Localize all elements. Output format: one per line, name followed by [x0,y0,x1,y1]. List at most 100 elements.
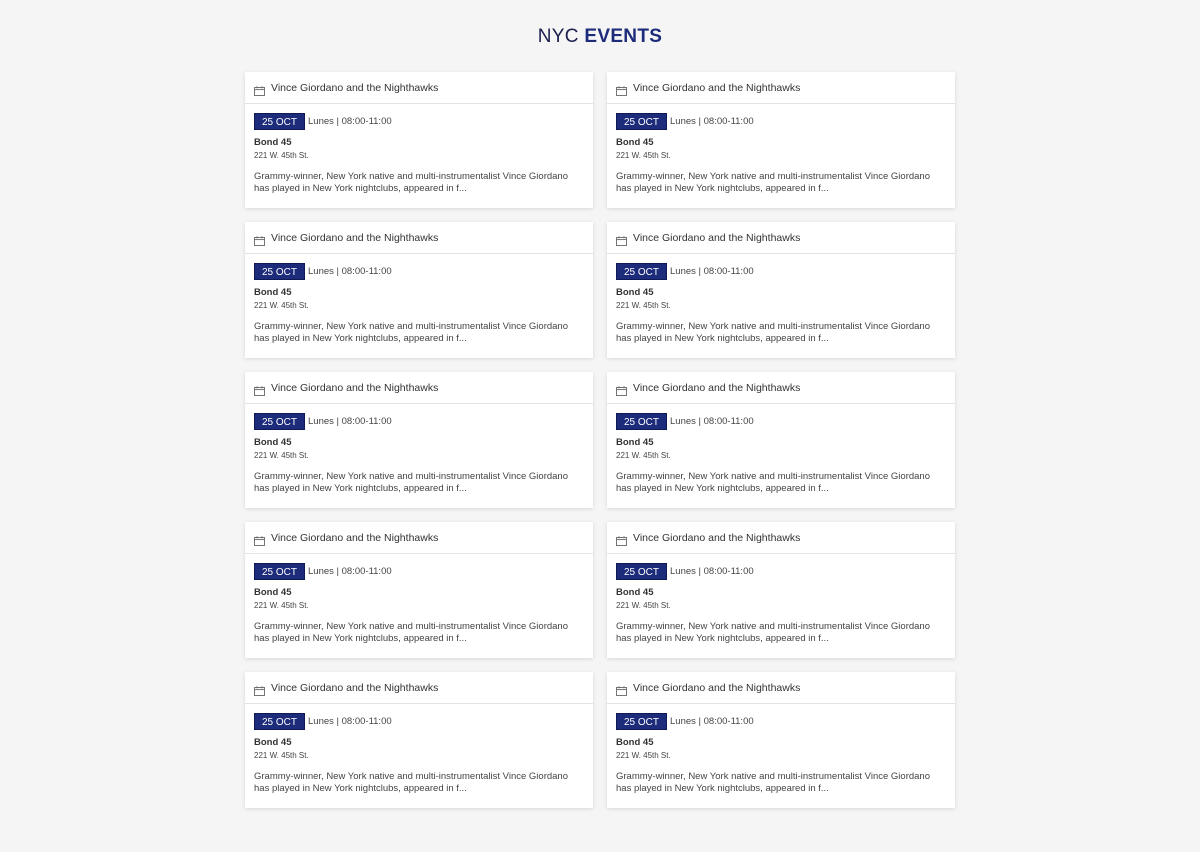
event-card[interactable]: Vince Giordano and the Nighthawks 25 OCT… [245,372,593,508]
calendar-icon [616,533,627,546]
event-description: Grammy-winner, New York native and multi… [616,471,930,494]
page-title: NYC EVENTS [0,26,1200,48]
event-date-row: 25 OCT Lunes | 08:00-11:00 [616,713,946,730]
event-address: 221 W. 45th St. [616,751,671,760]
event-card-body: 25 OCT Lunes | 08:00-11:00 Bond 45 221 W… [245,554,593,645]
event-card-body: 25 OCT Lunes | 08:00-11:00 Bond 45 221 W… [245,254,593,345]
event-address: 221 W. 45th St. [616,301,671,310]
event-date-row: 25 OCT Lunes | 08:00-11:00 [254,263,584,280]
event-title: Vince Giordano and the Nighthawks [271,681,439,694]
event-address: 221 W. 45th St. [254,601,309,610]
event-card[interactable]: Vince Giordano and the Nighthawks 25 OCT… [607,372,955,508]
event-address: 221 W. 45th St. [254,751,309,760]
event-title: Vince Giordano and the Nighthawks [633,81,801,94]
calendar-icon [254,383,265,396]
event-date-row: 25 OCT Lunes | 08:00-11:00 [254,713,584,730]
event-address: 221 W. 45th St. [254,451,309,460]
event-date-badge: 25 OCT [616,113,667,130]
event-date-badge: 25 OCT [616,413,667,430]
event-title: Vince Giordano and the Nighthawks [271,531,439,544]
event-schedule: Lunes | 08:00-11:00 [308,266,392,277]
event-card[interactable]: Vince Giordano and the Nighthawks 25 OCT… [245,72,593,208]
event-title: Vince Giordano and the Nighthawks [271,231,439,244]
event-description: Grammy-winner, New York native and multi… [254,771,568,794]
event-card[interactable]: Vince Giordano and the Nighthawks 25 OCT… [607,522,955,658]
event-date-badge: 25 OCT [254,113,305,130]
event-card[interactable]: Vince Giordano and the Nighthawks 25 OCT… [245,522,593,658]
event-description: Grammy-winner, New York native and multi… [254,621,568,644]
event-schedule: Lunes | 08:00-11:00 [670,716,754,727]
calendar-icon [254,83,265,96]
event-card[interactable]: Vince Giordano and the Nighthawks 25 OCT… [607,672,955,808]
event-card-header: Vince Giordano and the Nighthawks [607,72,955,104]
event-address: 221 W. 45th St. [616,451,671,460]
event-title: Vince Giordano and the Nighthawks [633,531,801,544]
event-date-row: 25 OCT Lunes | 08:00-11:00 [616,263,946,280]
event-schedule: Lunes | 08:00-11:00 [308,566,392,577]
page-title-plain: NYC [537,26,579,47]
event-title: Vince Giordano and the Nighthawks [271,381,439,394]
calendar-icon [616,683,627,696]
event-card[interactable]: Vince Giordano and the Nighthawks 25 OCT… [607,72,955,208]
event-card-body: 25 OCT Lunes | 08:00-11:00 Bond 45 221 W… [607,254,955,345]
event-grid: Vince Giordano and the Nighthawks 25 OCT… [245,72,955,808]
events-page: NYC EVENTS Vince Giordano and the Nighth… [0,0,1200,852]
event-card-header: Vince Giordano and the Nighthawks [245,72,593,104]
event-date-badge: 25 OCT [616,713,667,730]
event-description: Grammy-winner, New York native and multi… [254,321,568,344]
event-card-body: 25 OCT Lunes | 08:00-11:00 Bond 45 221 W… [245,404,593,495]
event-card[interactable]: Vince Giordano and the Nighthawks 25 OCT… [607,222,955,358]
event-schedule: Lunes | 08:00-11:00 [670,566,754,577]
calendar-icon [616,383,627,396]
event-date-row: 25 OCT Lunes | 08:00-11:00 [254,113,584,130]
event-venue: Bond 45 [616,737,654,748]
event-description: Grammy-winner, New York native and multi… [254,471,568,494]
event-card-body: 25 OCT Lunes | 08:00-11:00 Bond 45 221 W… [607,704,955,795]
event-title: Vince Giordano and the Nighthawks [633,681,801,694]
event-schedule: Lunes | 08:00-11:00 [308,116,392,127]
event-card-body: 25 OCT Lunes | 08:00-11:00 Bond 45 221 W… [607,104,955,195]
event-venue: Bond 45 [254,737,292,748]
event-venue: Bond 45 [254,587,292,598]
event-card-header: Vince Giordano and the Nighthawks [245,522,593,554]
event-schedule: Lunes | 08:00-11:00 [308,716,392,727]
event-address: 221 W. 45th St. [616,601,671,610]
calendar-icon [616,233,627,246]
event-title: Vince Giordano and the Nighthawks [633,231,801,244]
event-card-body: 25 OCT Lunes | 08:00-11:00 Bond 45 221 W… [607,404,955,495]
event-card-body: 25 OCT Lunes | 08:00-11:00 Bond 45 221 W… [245,104,593,195]
event-date-badge: 25 OCT [254,263,305,280]
event-venue: Bond 45 [616,437,654,448]
event-date-row: 25 OCT Lunes | 08:00-11:00 [616,113,946,130]
event-date-row: 25 OCT Lunes | 08:00-11:00 [616,413,946,430]
event-card-header: Vince Giordano and the Nighthawks [245,672,593,704]
event-date-row: 25 OCT Lunes | 08:00-11:00 [616,563,946,580]
event-schedule: Lunes | 08:00-11:00 [670,416,754,427]
event-card-header: Vince Giordano and the Nighthawks [245,372,593,404]
event-schedule: Lunes | 08:00-11:00 [308,416,392,427]
event-date-row: 25 OCT Lunes | 08:00-11:00 [254,563,584,580]
event-schedule: Lunes | 08:00-11:00 [670,266,754,277]
event-card-header: Vince Giordano and the Nighthawks [607,372,955,404]
event-date-badge: 25 OCT [254,413,305,430]
event-venue: Bond 45 [616,137,654,148]
event-venue: Bond 45 [254,437,292,448]
event-card-header: Vince Giordano and the Nighthawks [607,522,955,554]
event-date-badge: 25 OCT [254,563,305,580]
event-description: Grammy-winner, New York native and multi… [254,171,568,194]
event-description: Grammy-winner, New York native and multi… [616,321,930,344]
event-address: 221 W. 45th St. [254,151,309,160]
event-schedule: Lunes | 08:00-11:00 [670,116,754,127]
event-card-header: Vince Giordano and the Nighthawks [607,672,955,704]
event-date-badge: 25 OCT [616,263,667,280]
event-venue: Bond 45 [616,287,654,298]
event-card[interactable]: Vince Giordano and the Nighthawks 25 OCT… [245,672,593,808]
event-title: Vince Giordano and the Nighthawks [633,381,801,394]
event-card-body: 25 OCT Lunes | 08:00-11:00 Bond 45 221 W… [607,554,955,645]
event-title: Vince Giordano and the Nighthawks [271,81,439,94]
event-card-header: Vince Giordano and the Nighthawks [607,222,955,254]
event-date-badge: 25 OCT [254,713,305,730]
event-venue: Bond 45 [254,137,292,148]
event-venue: Bond 45 [254,287,292,298]
event-card[interactable]: Vince Giordano and the Nighthawks 25 OCT… [245,222,593,358]
